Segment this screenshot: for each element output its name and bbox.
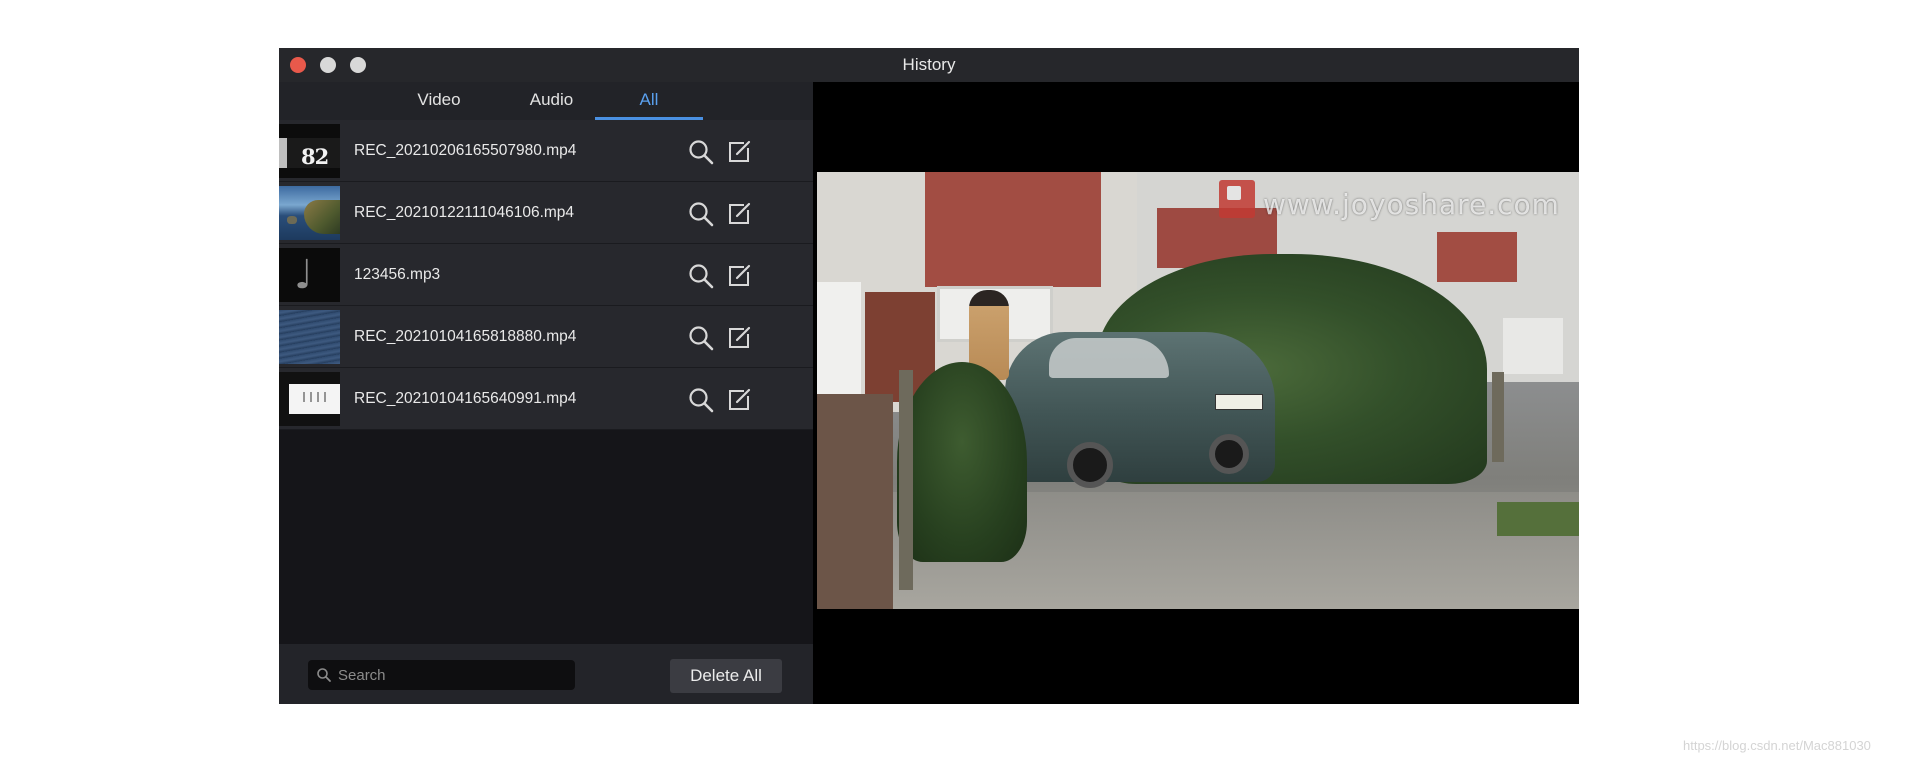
window-title: History <box>902 55 956 74</box>
joyoshare-logo-icon <box>1219 180 1255 218</box>
list-item[interactable]: REC_20210122111046106.mp4 <box>279 182 813 244</box>
delete-all-button[interactable]: Delete All <box>670 659 782 693</box>
tab-video[interactable]: Video <box>399 82 479 120</box>
list-item[interactable]: REC_20210104165640991.mp4 <box>279 368 813 430</box>
page-watermark: https://blog.csdn.net/Mac881030 <box>1683 738 1871 753</box>
edit-icon[interactable] <box>725 324 753 352</box>
edit-icon[interactable] <box>725 138 753 166</box>
audio-thumbnail: ♩ <box>279 248 340 302</box>
list-item[interactable]: ♩ 123456.mp3 <box>279 244 813 306</box>
file-list: 82 REC_20210206165507980.mp4 REC_2021012… <box>279 120 813 430</box>
search-box <box>308 660 575 690</box>
video-thumbnail <box>279 186 340 240</box>
video-frame: www.joyoshare.com <box>817 172 1579 609</box>
video-preview[interactable]: www.joyoshare.com <box>813 82 1579 704</box>
edit-icon[interactable] <box>725 262 753 290</box>
file-name: REC_20210104165818880.mp4 <box>354 328 577 345</box>
search-icon[interactable] <box>687 324 715 352</box>
video-thumbnail <box>279 310 340 364</box>
thumbnail-text: 82 <box>301 144 329 169</box>
list-item[interactable]: REC_20210104165818880.mp4 <box>279 306 813 368</box>
history-window: History Video Audio All 82 REC_202102061… <box>279 48 1579 704</box>
file-name: REC_20210104165640991.mp4 <box>354 390 577 407</box>
search-icon[interactable] <box>687 262 715 290</box>
video-thumbnail: 82 <box>279 124 340 178</box>
title-bar: History <box>279 48 1579 82</box>
file-name: REC_20210122111046106.mp4 <box>354 204 575 221</box>
search-input[interactable] <box>338 660 568 690</box>
edit-icon[interactable] <box>725 386 753 414</box>
file-name: REC_20210206165507980.mp4 <box>354 142 577 159</box>
search-icon[interactable] <box>687 386 715 414</box>
video-thumbnail <box>279 372 340 426</box>
tab-bar: Video Audio All <box>279 82 813 120</box>
edit-icon[interactable] <box>725 200 753 228</box>
history-list-panel: Video Audio All 82 REC_20210206165507980… <box>279 82 813 704</box>
tab-audio[interactable]: Audio <box>504 82 599 120</box>
search-icon[interactable] <box>687 200 715 228</box>
file-name: 123456.mp3 <box>354 266 441 283</box>
search-icon[interactable] <box>687 138 715 166</box>
tab-all[interactable]: All <box>595 82 703 120</box>
list-item[interactable]: 82 REC_20210206165507980.mp4 <box>279 120 813 182</box>
music-note-icon: ♩ <box>294 252 313 298</box>
search-icon <box>316 667 332 683</box>
bottom-toolbar: Delete All <box>279 644 813 704</box>
video-watermark: www.joyoshare.com <box>1263 188 1560 221</box>
